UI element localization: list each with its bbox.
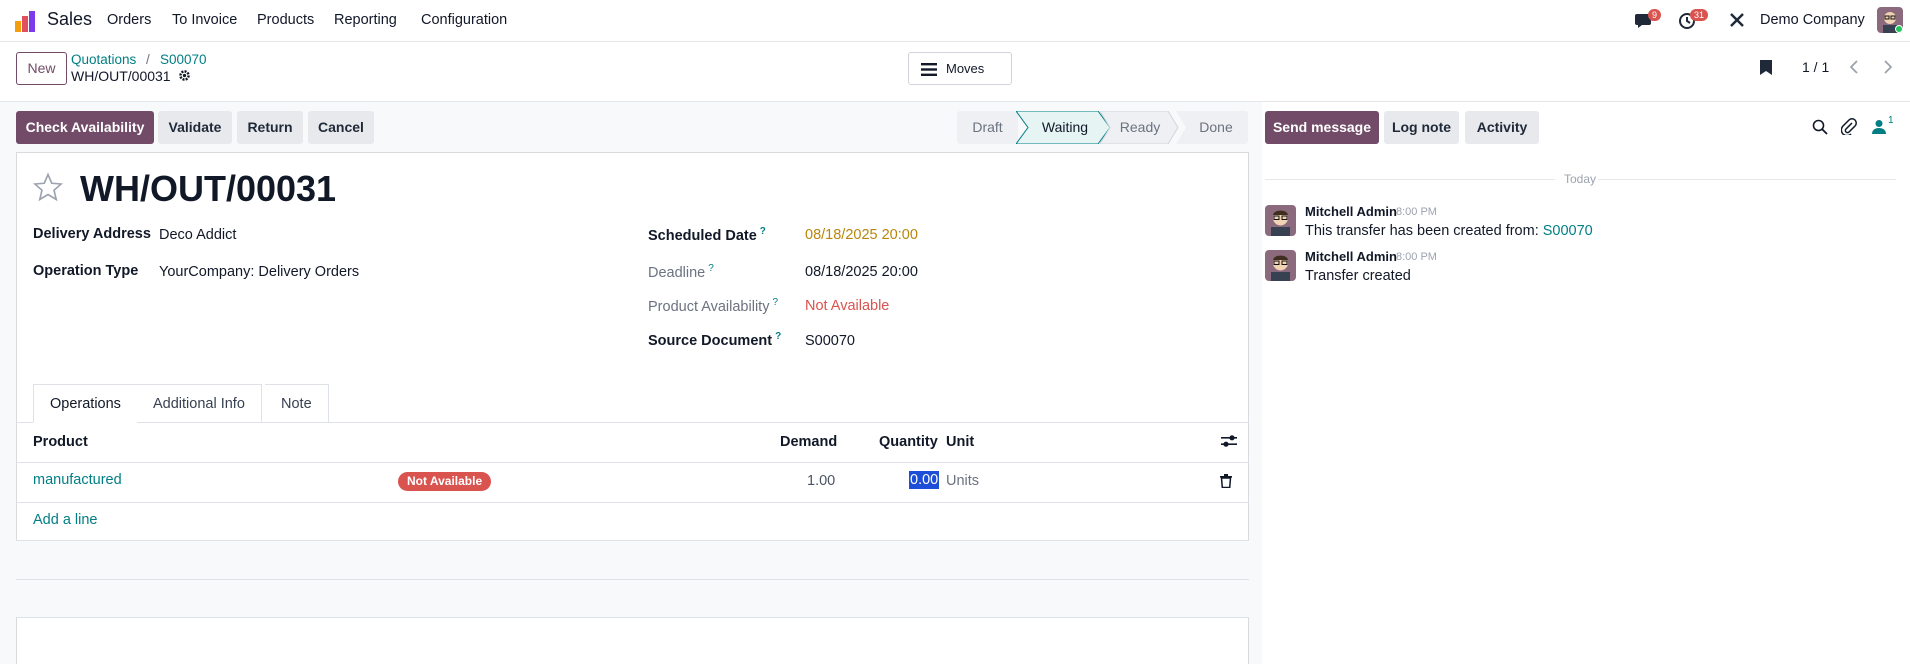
row-divider xyxy=(16,617,1249,618)
operation-type-field[interactable]: YourCompany: Delivery Orders xyxy=(159,264,359,280)
product-availability-label: Product Availability? xyxy=(648,297,778,315)
star-icon[interactable] xyxy=(33,172,63,202)
message-body: Transfer created xyxy=(1305,268,1411,284)
row-divider xyxy=(16,502,1249,503)
empty-row xyxy=(16,541,1249,579)
send-message-button[interactable]: Send message xyxy=(1265,111,1379,144)
availability-badge: Not Available xyxy=(398,472,492,491)
message-time: 8:00 PM xyxy=(1396,206,1437,218)
message-body: This transfer has been created from: S00… xyxy=(1305,223,1593,239)
gear-icon[interactable] xyxy=(178,69,191,82)
new-button[interactable]: New xyxy=(16,52,67,85)
deadline-label: Deadline? xyxy=(648,263,714,281)
menu-reporting[interactable]: Reporting xyxy=(334,12,397,28)
delivery-address-field[interactable]: Deco Addict xyxy=(159,227,236,243)
trash-icon[interactable] xyxy=(1220,474,1232,488)
user-avatar[interactable] xyxy=(1877,7,1903,33)
date-separator: Today xyxy=(1564,172,1597,186)
column-unit[interactable]: Unit xyxy=(946,434,974,450)
table-row[interactable] xyxy=(16,463,1249,502)
column-demand[interactable]: Demand xyxy=(780,434,837,450)
column-quantity[interactable]: Quantity xyxy=(879,434,938,450)
menu-orders[interactable]: Orders xyxy=(107,12,151,28)
scheduled-date-label: Scheduled Date? xyxy=(648,226,766,244)
date-separator-line xyxy=(1265,179,1555,180)
validate-button[interactable]: Validate xyxy=(158,111,232,144)
stage-draft[interactable]: Draft xyxy=(957,111,1018,144)
author-avatar[interactable] xyxy=(1265,250,1296,281)
message-time: 8:00 PM xyxy=(1396,251,1437,263)
breadcrumb-quotations[interactable]: Quotations xyxy=(71,52,136,67)
empty-row xyxy=(16,580,1249,618)
deadline-field[interactable]: 08/18/2025 20:00 xyxy=(805,264,918,280)
quantity-input[interactable]: 0.00 xyxy=(909,471,940,489)
moves-smart-button[interactable]: Moves xyxy=(908,52,1012,85)
company-switcher[interactable]: Demo Company xyxy=(1760,12,1865,28)
sales-app-icon[interactable] xyxy=(14,9,38,33)
app-name[interactable]: Sales xyxy=(47,9,92,30)
bookmark-icon[interactable] xyxy=(1759,59,1773,76)
activity-button[interactable]: Activity xyxy=(1465,111,1539,144)
log-note-button[interactable]: Log note xyxy=(1384,111,1459,144)
scheduled-date-field[interactable]: 08/18/2025 20:00 xyxy=(805,227,918,243)
check-availability-button[interactable]: Check Availability xyxy=(16,111,154,144)
menu-to-invoice[interactable]: To Invoice xyxy=(172,12,237,28)
message-author[interactable]: Mitchell Admin xyxy=(1305,249,1397,264)
pager-previous-icon[interactable] xyxy=(1848,60,1860,74)
breadcrumb-separator: / xyxy=(146,52,150,67)
paperclip-icon[interactable] xyxy=(1841,118,1857,135)
tab-note[interactable]: Note xyxy=(265,384,329,423)
followers-icon[interactable] xyxy=(1872,119,1886,135)
product-availability-value: Not Available xyxy=(805,298,890,314)
tab-additional-info[interactable]: Additional Info xyxy=(137,384,262,423)
source-document-label: Source Document? xyxy=(648,331,782,349)
debug-tools-icon[interactable] xyxy=(1729,12,1745,28)
menu-products[interactable]: Products xyxy=(257,12,314,28)
bars-icon xyxy=(921,63,937,76)
return-button[interactable]: Return xyxy=(237,111,303,144)
message-author[interactable]: Mitchell Admin xyxy=(1305,204,1397,219)
stage-waiting-label: Waiting xyxy=(1041,119,1089,135)
search-icon[interactable] xyxy=(1812,119,1828,135)
product-cell[interactable]: manufactured xyxy=(33,472,122,488)
pager-value[interactable]: 1 / 1 xyxy=(1802,59,1829,75)
messages-badge: 9 xyxy=(1648,9,1662,21)
breadcrumb-s00070[interactable]: S00070 xyxy=(160,52,207,67)
table-header xyxy=(16,423,1249,463)
optional-columns-icon[interactable] xyxy=(1221,434,1237,448)
pager-next-icon[interactable] xyxy=(1882,60,1894,74)
unit-cell[interactable]: Units xyxy=(946,473,979,489)
author-avatar[interactable] xyxy=(1265,205,1296,236)
source-document-field[interactable]: S00070 xyxy=(805,333,855,349)
column-product[interactable]: Product xyxy=(33,434,88,450)
menu-configuration[interactable]: Configuration xyxy=(421,12,507,28)
stage-done-label: Done xyxy=(1199,119,1233,135)
demand-cell[interactable]: 1.00 xyxy=(807,473,835,489)
activities-badge: 31 xyxy=(1690,9,1709,21)
moves-label: Moves xyxy=(946,61,985,76)
top-navbar: Sales Orders To Invoice Products Reporti… xyxy=(0,0,1910,42)
date-separator-line xyxy=(1598,179,1896,180)
breadcrumb-current: WH/OUT/00031 xyxy=(71,68,171,84)
record-title: WH/OUT/00031 xyxy=(80,168,337,209)
tab-operations[interactable]: Operations xyxy=(33,384,138,423)
add-line-link[interactable]: Add a line xyxy=(33,512,98,528)
operation-type-label: Operation Type xyxy=(33,263,139,279)
stage-ready-label: Ready xyxy=(1119,119,1161,135)
delivery-address-label: Delivery Address xyxy=(33,226,151,242)
message-link[interactable]: S00070 xyxy=(1543,223,1593,239)
cancel-button[interactable]: Cancel xyxy=(308,111,374,144)
followers-count: 1 xyxy=(1888,115,1894,126)
